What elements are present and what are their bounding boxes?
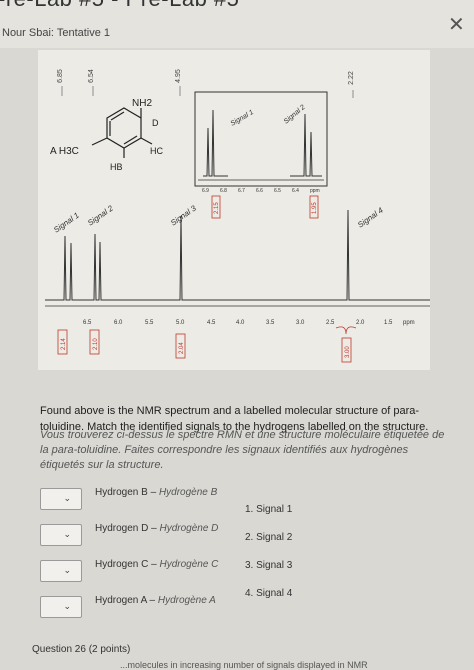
axis-tick: 2.0 <box>356 320 365 326</box>
hydrogen-c-select[interactable]: ⌄ <box>40 560 82 582</box>
hydrogen-d-label: Hydrogen D <box>95 523 149 534</box>
top-label-1: 6.85 <box>57 69 64 83</box>
hydrogen-d-fr-label: Hydrogène D <box>159 523 219 534</box>
top-label-2: 6.54 <box>88 69 95 83</box>
hydrogen-a-fr-label: Hydrogène A <box>157 595 216 606</box>
axis-tick: 4.5 <box>207 320 216 326</box>
top-label-3: 4.95 <box>175 69 182 83</box>
axis-tick: 5.0 <box>176 320 185 326</box>
signal-option-4: 4. Signal 4 <box>245 588 293 599</box>
chevron-down-icon: ⌄ <box>63 529 71 539</box>
hb-label: HB <box>110 162 123 172</box>
page-title: -re-Lab #5 - Pre-Lab #5 <box>0 0 239 12</box>
inset-integral-1-text: 2.15 <box>214 202 220 214</box>
nh2-label: NH2 <box>132 98 152 109</box>
axis-tick: 2.5 <box>326 320 335 326</box>
signal-option-3: 3. Signal 3 <box>245 560 293 571</box>
signal-option-2: 2. Signal 2 <box>245 532 293 543</box>
axis-tick: 3.5 <box>266 320 275 326</box>
match-row: ⌄ Hydrogen B – Hydrogène B 1. Signal 1 <box>40 486 460 526</box>
top-label-4: 2.22 <box>348 71 355 85</box>
hydrogen-b-label: Hydrogen B <box>95 487 148 498</box>
axis-tick: 5.5 <box>145 320 154 326</box>
page-header: -re-Lab #5 - Pre-Lab #5 Nour Sbai: Tenta… <box>0 0 474 48</box>
inset-tick: 6.8 <box>220 188 227 194</box>
inset-tick: 6.9 <box>202 188 209 194</box>
axis-tick: 3.0 <box>296 320 305 326</box>
chevron-down-icon: ⌄ <box>63 565 71 575</box>
axis-tick: 4.0 <box>236 320 245 326</box>
hc-label: HC <box>150 146 163 156</box>
nmr-spectrum-image: 6.85 6.54 4.95 2.22 NH2 D A H3C HB HC Si… <box>0 48 474 388</box>
question-text-french: Vous trouverez ci-dessus le spectre RMN … <box>40 429 445 471</box>
inset-tick: 6.7 <box>238 188 245 194</box>
axis-tick: 6.5 <box>83 320 92 326</box>
integral-2-text: 2.10 <box>93 338 99 350</box>
hydrogen-b-fr-label: Hydrogène B <box>158 487 218 498</box>
chevron-down-icon: ⌄ <box>63 601 71 611</box>
hydrogen-d-select[interactable]: ⌄ <box>40 524 82 546</box>
match-row: ⌄ Hydrogen A – Hydrogène A 4. Signal 4 <box>40 588 460 634</box>
hydrogen-c-label: Hydrogen C <box>95 559 149 570</box>
signal-option-1: 1. Signal 1 <box>245 504 293 515</box>
attempt-label: Nour Sbai: Tentative 1 <box>2 27 111 39</box>
axis-tick: ppm <box>403 320 415 326</box>
hydrogen-b-select[interactable]: ⌄ <box>40 488 82 510</box>
integral-1-text: 2.14 <box>61 338 67 350</box>
inset-tick: 6.4 <box>292 188 299 194</box>
question-26-label: Question 26 (2 points) <box>32 644 131 655</box>
chevron-down-icon: ⌄ <box>63 493 71 503</box>
d-label: D <box>152 118 159 128</box>
h3c-label: A H3C <box>50 146 79 157</box>
axis-tick: 6.0 <box>114 320 123 326</box>
inset-integral-2-text: 1.95 <box>312 202 318 214</box>
close-icon[interactable]: ✕ <box>448 12 465 37</box>
match-row: ⌄ Hydrogen D – Hydrogène D 2. Signal 2 <box>40 522 460 562</box>
inset-tick: 6.5 <box>274 188 281 194</box>
axis-tick: 1.5 <box>384 320 393 326</box>
nmr-spectrum-svg: 6.85 6.54 4.95 2.22 NH2 D A H3C HB HC Si… <box>38 50 430 370</box>
next-question-text: ...molecules in increasing number of sig… <box>120 660 368 670</box>
hydrogen-c-fr-label: Hydrogène C <box>159 559 219 570</box>
spectrum-background <box>38 50 430 370</box>
inset-tick: ppm <box>310 188 320 194</box>
integral-3-text: 2.04 <box>179 342 185 354</box>
inset-tick: 6.6 <box>256 188 263 194</box>
hydrogen-a-label: Hydrogen A <box>95 595 147 606</box>
hydrogen-a-select[interactable]: ⌄ <box>40 596 82 618</box>
integral-4-text: 3.00 <box>345 346 351 358</box>
